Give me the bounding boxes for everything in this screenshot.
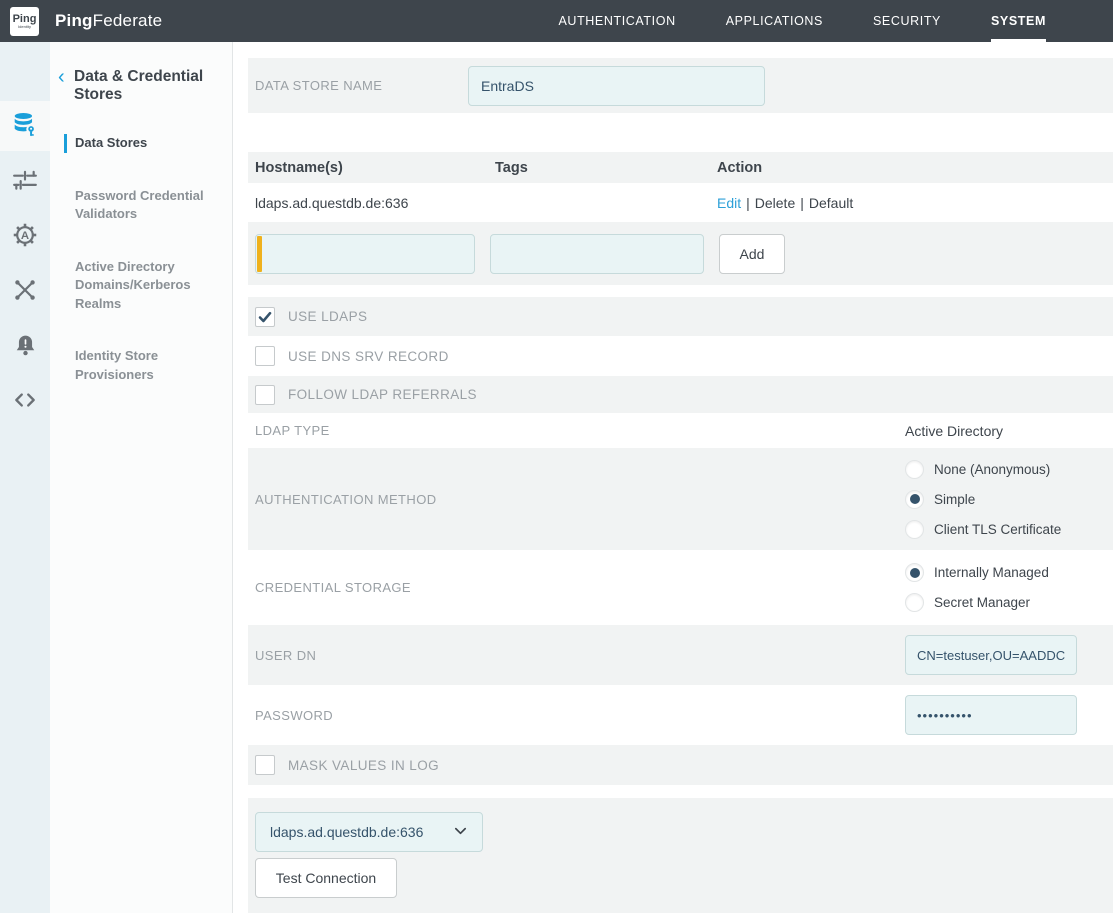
sidebar-item-identity-store-provisioners[interactable]: Identity Store Provisioners — [50, 347, 232, 384]
test-connection-panel: ldaps.ad.questdb.de:636 Test Connection — [248, 798, 1113, 913]
nav-security[interactable]: SECURITY — [873, 0, 941, 42]
action-column-header: Action — [717, 160, 1113, 176]
user-dn-label: USER DN — [255, 648, 316, 663]
mask-values-row: MASK VALUES IN LOG — [248, 745, 1113, 785]
add-host-row: Add — [248, 222, 1113, 285]
data-store-name-row: DATA STORE NAME — [248, 58, 1113, 113]
secret-manager-radio[interactable] — [905, 593, 924, 612]
authentication-method-row: AUTHENTICATION METHOD None (Anonymous) S… — [248, 448, 1113, 550]
sidebar-item-password-credential-validators[interactable]: Password Credential Validators — [50, 187, 232, 224]
alert-bell-icon — [13, 333, 38, 363]
sidebar-item-ad-domains-kerberos-realms[interactable]: Active Directory Domains/Kerberos Realms — [50, 258, 232, 314]
hostname-cell: ldaps.ad.questdb.de:636 — [255, 195, 495, 211]
secret-manager-option[interactable]: Secret Manager — [905, 593, 1113, 612]
password-input[interactable] — [905, 695, 1077, 735]
default-link[interactable]: Default — [809, 195, 853, 211]
logo-text: Ping — [13, 14, 37, 24]
svg-text:A: A — [21, 230, 29, 242]
follow-ldap-referrals-label: FOLLOW LDAP REFERRALS — [288, 387, 477, 402]
main-menu: AUTHENTICATION APPLICATIONS SECURITY SYS… — [559, 0, 1047, 42]
code-icon — [12, 387, 38, 418]
host-select-dropdown[interactable]: ldaps.ad.questdb.de:636 — [255, 812, 483, 852]
rail-item-cluster[interactable] — [0, 265, 50, 320]
auth-client-tls-radio[interactable] — [905, 520, 924, 539]
follow-ldap-referrals-checkbox[interactable] — [255, 385, 275, 405]
mask-values-label: MASK VALUES IN LOG — [288, 758, 439, 773]
icon-rail: A — [0, 42, 50, 913]
internally-managed-option[interactable]: Internally Managed — [905, 563, 1113, 582]
ldap-type-value: Active Directory — [905, 423, 1113, 439]
password-label: PASSWORD — [255, 708, 333, 723]
add-button[interactable]: Add — [719, 234, 785, 274]
back-chevron-icon: ‹ — [58, 68, 74, 104]
use-ldaps-label: USE LDAPS — [288, 309, 367, 324]
sidebar-item-data-stores[interactable]: Data Stores — [64, 134, 232, 153]
internally-managed-radio[interactable] — [905, 563, 924, 582]
use-ldaps-checkbox[interactable] — [255, 307, 275, 327]
chevron-down-icon — [453, 823, 468, 841]
rail-item-data-stores[interactable] — [0, 101, 50, 151]
auth-none-radio[interactable] — [905, 460, 924, 479]
mask-values-checkbox[interactable] — [255, 755, 275, 775]
user-dn-input[interactable] — [905, 635, 1077, 675]
main-content: DATA STORE NAME Hostname(s) Tags Action … — [233, 42, 1113, 913]
use-dns-srv-label: USE DNS SRV RECORD — [288, 349, 449, 364]
ping-identity-logo[interactable]: Ping Identity — [10, 7, 39, 36]
use-dns-srv-row: USE DNS SRV RECORD — [248, 336, 1113, 376]
follow-ldap-referrals-row: FOLLOW LDAP REFERRALS — [248, 376, 1113, 413]
sidebar-back-link[interactable]: ‹ Data & Credential Stores — [58, 68, 232, 104]
rail-spacer — [0, 42, 50, 101]
top-nav: Ping Identity PingFederate AUTHENTICATIO… — [0, 0, 1113, 42]
new-tags-input[interactable] — [490, 234, 704, 274]
tags-column-header: Tags — [495, 160, 717, 176]
nav-applications[interactable]: APPLICATIONS — [726, 0, 823, 42]
auth-simple-option[interactable]: Simple — [905, 490, 1113, 509]
rail-item-sliders[interactable] — [0, 155, 50, 210]
nav-system[interactable]: SYSTEM — [991, 0, 1046, 42]
ldap-type-label: LDAP TYPE — [255, 423, 330, 438]
delete-link[interactable]: Delete — [755, 195, 795, 211]
auth-client-tls-option[interactable]: Client TLS Certificate — [905, 520, 1113, 539]
action-separator: | — [746, 195, 750, 211]
product-title: PingFederate — [55, 11, 162, 31]
password-row: PASSWORD — [248, 685, 1113, 745]
use-ldaps-row: USE LDAPS — [248, 297, 1113, 336]
action-separator: | — [800, 195, 804, 211]
sidebar-title: Data & Credential Stores — [74, 68, 214, 104]
data-stores-icon — [12, 111, 38, 142]
logo-subtext: Identity — [18, 24, 31, 29]
test-connection-button[interactable]: Test Connection — [255, 858, 397, 898]
data-store-name-input[interactable] — [468, 66, 765, 106]
host-table-row: ldaps.ad.questdb.de:636 Edit | Delete | Defa… — [248, 183, 1113, 222]
use-dns-srv-checkbox[interactable] — [255, 346, 275, 366]
user-dn-row: USER DN — [248, 625, 1113, 685]
nav-authentication[interactable]: AUTHENTICATION — [559, 0, 676, 42]
sliders-icon — [12, 167, 38, 198]
required-field-indicator — [257, 236, 262, 272]
cluster-icon — [12, 277, 38, 308]
sidebar-items: Data Stores Password Credential Validato… — [50, 134, 232, 384]
ldap-type-row: LDAP TYPE Active Directory — [248, 413, 1113, 448]
auth-none-option[interactable]: None (Anonymous) — [905, 460, 1113, 479]
hosts-table-header: Hostname(s) Tags Action — [248, 152, 1113, 183]
host-select-value: ldaps.ad.questdb.de:636 — [270, 824, 423, 840]
new-hostname-input[interactable] — [255, 234, 475, 274]
gear-icon: A — [12, 222, 38, 253]
sidebar: ‹ Data & Credential Stores Data Stores P… — [50, 42, 233, 913]
edit-link[interactable]: Edit — [717, 195, 741, 211]
hostname-column-header: Hostname(s) — [255, 160, 495, 176]
rail-item-settings[interactable]: A — [0, 210, 50, 265]
data-store-name-label: DATA STORE NAME — [255, 78, 468, 93]
credential-storage-label: CREDENTIAL STORAGE — [255, 580, 411, 595]
auth-simple-radio[interactable] — [905, 490, 924, 509]
authentication-method-label: AUTHENTICATION METHOD — [255, 492, 437, 507]
action-cell: Edit | Delete | Default — [717, 195, 1113, 211]
rail-item-api[interactable] — [0, 375, 50, 430]
rail-item-alerts[interactable] — [0, 320, 50, 375]
credential-storage-row: CREDENTIAL STORAGE Internally Managed Se… — [248, 550, 1113, 625]
